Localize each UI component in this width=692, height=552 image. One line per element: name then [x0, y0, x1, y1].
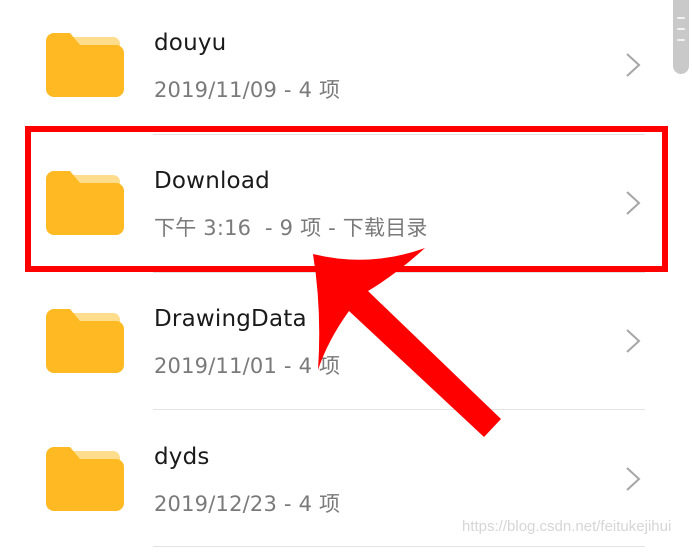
scrollbar-thumb[interactable]	[673, 0, 689, 74]
divider	[153, 134, 645, 135]
scrollbar-grip-line	[677, 39, 685, 41]
folder-name: dyds	[154, 444, 210, 470]
chevron-right-icon	[626, 191, 641, 215]
folder-name: Download	[154, 168, 270, 194]
folder-icon	[46, 309, 124, 373]
folder-row-download[interactable]: Download 下午 3:16 - 9 项 - 下载目录	[0, 138, 660, 276]
folder-meta: 下午 3:16 - 9 项 - 下载目录	[154, 216, 428, 240]
divider	[153, 409, 645, 410]
scrollbar-grip-line	[677, 28, 685, 30]
divider	[153, 272, 645, 273]
chevron-right-icon	[626, 53, 641, 77]
folder-meta: 2019/11/01 - 4 项	[154, 354, 341, 378]
watermark-text: https://blog.csdn.net/feitukejihui	[462, 518, 672, 535]
divider	[153, 546, 645, 547]
folder-list: douyu 2019/11/09 - 4 项 Download 下午 3:16 …	[0, 0, 692, 550]
folder-icon	[46, 33, 124, 97]
folder-name: douyu	[154, 30, 227, 56]
chevron-right-icon	[626, 329, 641, 353]
folder-icon	[46, 171, 124, 235]
folder-icon	[46, 447, 124, 511]
folder-row-drawingdata[interactable]: DrawingData 2019/11/01 - 4 项	[0, 276, 660, 414]
folder-name: DrawingData	[154, 306, 307, 332]
folder-row-douyu[interactable]: douyu 2019/11/09 - 4 项	[0, 0, 660, 138]
chevron-right-icon	[626, 467, 641, 491]
folder-meta: 2019/12/23 - 4 项	[154, 492, 341, 516]
scrollbar-grip-line	[677, 17, 685, 19]
folder-meta: 2019/11/09 - 4 项	[154, 78, 341, 102]
